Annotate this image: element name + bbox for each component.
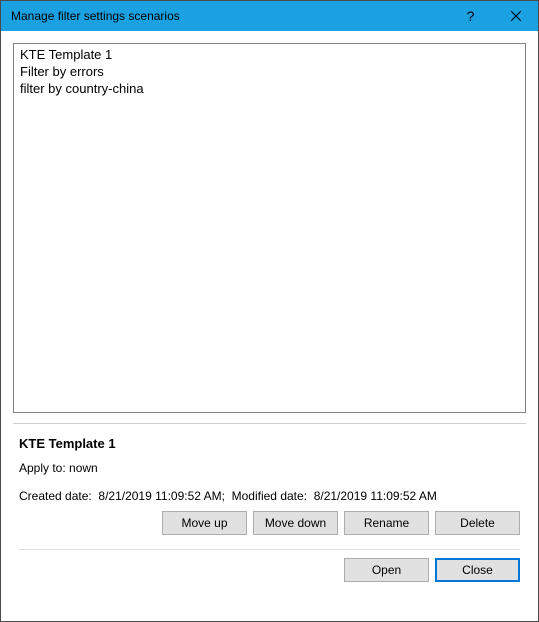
- window-title: Manage filter settings scenarios: [11, 9, 448, 23]
- created-date-label: Created date:: [19, 489, 92, 503]
- list-item[interactable]: filter by country-china: [18, 80, 521, 97]
- modified-date-label: Modified date:: [232, 489, 307, 503]
- details-apply-to: Apply to: nown: [19, 461, 520, 475]
- action-button-row: Move up Move down Rename Delete: [19, 511, 520, 535]
- dialog-button-row: Open Close: [19, 549, 520, 582]
- close-button[interactable]: Close: [435, 558, 520, 582]
- list-item[interactable]: KTE Template 1: [18, 46, 521, 63]
- scenarios-listbox[interactable]: KTE Template 1 Filter by errors filter b…: [13, 43, 526, 413]
- details-title: KTE Template 1: [19, 436, 520, 451]
- modified-date-value: 8/21/2019 11:09:52 AM: [314, 489, 437, 503]
- list-item[interactable]: Filter by errors: [18, 63, 521, 80]
- titlebar-controls: ?: [448, 1, 538, 31]
- open-button[interactable]: Open: [344, 558, 429, 582]
- dialog-content: KTE Template 1 Filter by errors filter b…: [1, 31, 538, 621]
- rename-button[interactable]: Rename: [344, 511, 429, 535]
- move-up-button[interactable]: Move up: [162, 511, 247, 535]
- move-down-button[interactable]: Move down: [253, 511, 338, 535]
- details-dates: Created date: 8/21/2019 11:09:52 AM; Mod…: [19, 489, 520, 503]
- created-date-value: 8/21/2019 11:09:52 AM: [98, 489, 221, 503]
- close-window-button[interactable]: [493, 1, 538, 31]
- apply-to-value: nown: [69, 461, 98, 475]
- delete-button[interactable]: Delete: [435, 511, 520, 535]
- details-panel: KTE Template 1 Apply to: nown Created da…: [13, 423, 526, 582]
- close-icon: [511, 11, 521, 21]
- apply-to-label: Apply to:: [19, 461, 66, 475]
- date-separator: ;: [222, 489, 225, 503]
- help-button[interactable]: ?: [448, 1, 493, 31]
- titlebar: Manage filter settings scenarios ?: [1, 1, 538, 31]
